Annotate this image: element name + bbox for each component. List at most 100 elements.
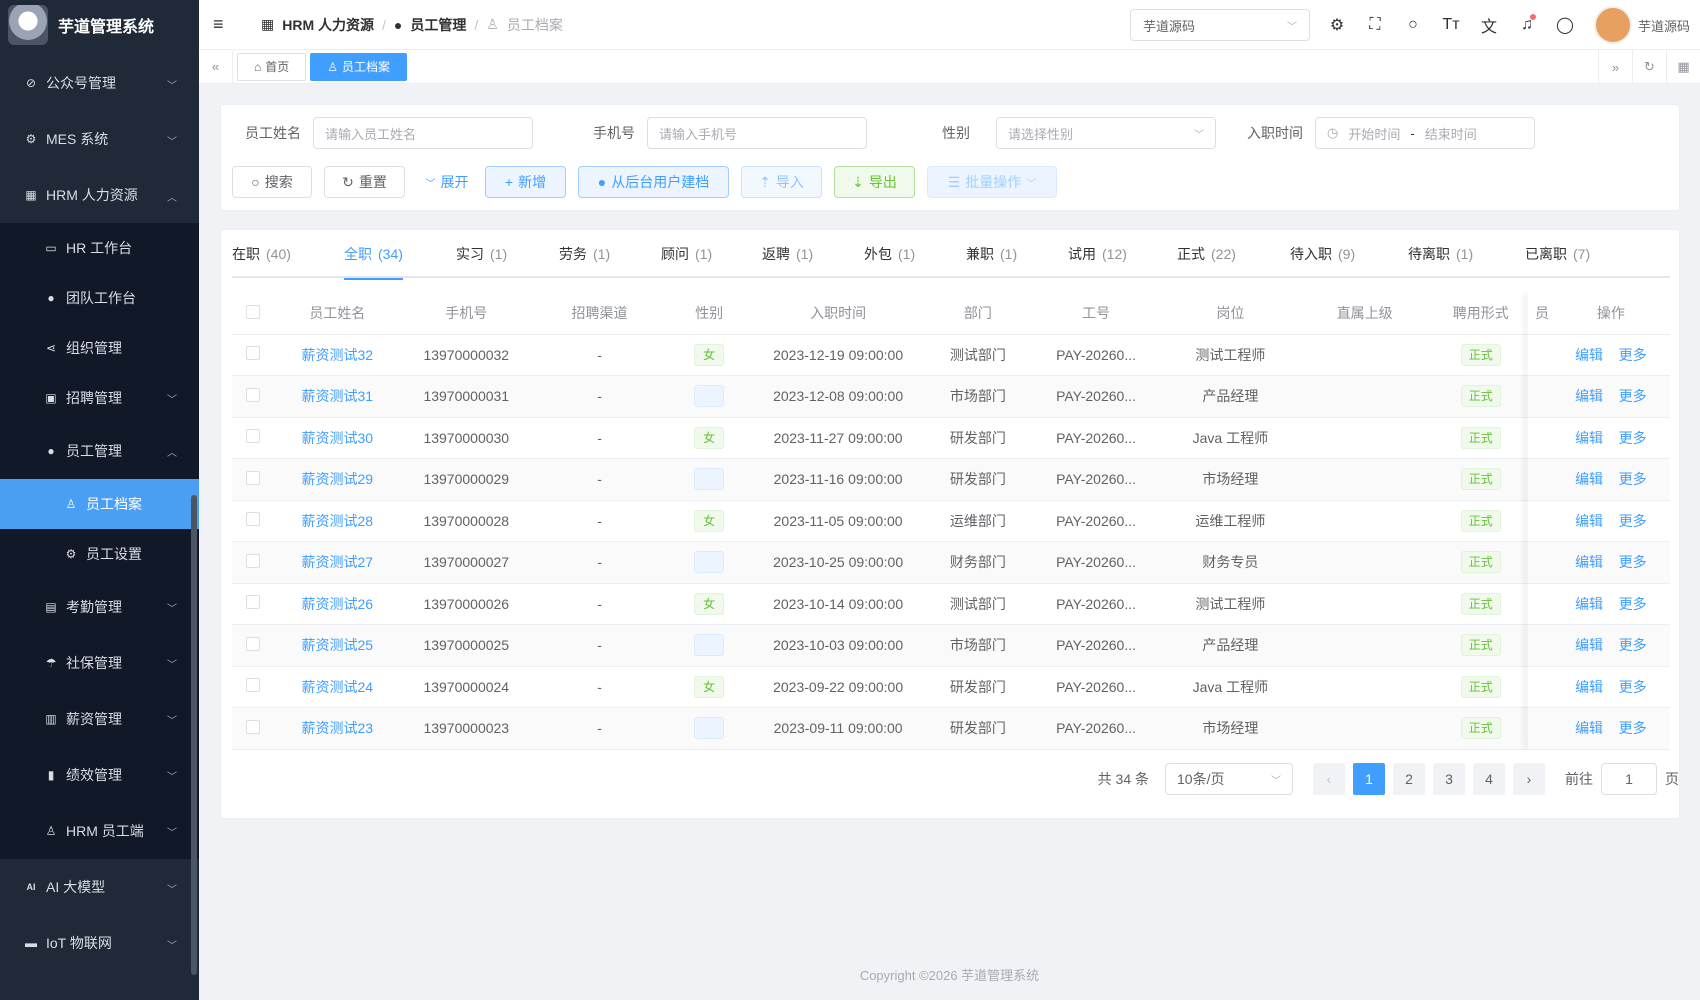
create-from-user-button[interactable]: ● 从后台用户建档 (578, 166, 729, 198)
tab-pending-onboard[interactable]: 待入职 (9) (1290, 230, 1355, 278)
tab-labor[interactable]: 劳务 (1) (559, 230, 610, 278)
sidebar-item-mp[interactable]: ⊘ 公众号管理 ﹀ (0, 55, 199, 111)
goto-page-input[interactable]: 1 (1601, 763, 1657, 795)
tab-intern[interactable]: 实习 (1) (456, 230, 507, 278)
double-right-icon[interactable]: » (1598, 50, 1632, 84)
edit-button[interactable]: 编辑 (1575, 430, 1603, 446)
sidebar-item-hrm[interactable]: ▦ HRM 人力资源 ︿ (0, 167, 199, 223)
breadcrumb-item[interactable]: HRM 人力资源 (282, 15, 374, 35)
prev-page-button[interactable]: ‹ (1313, 763, 1345, 795)
sidebar-item-org[interactable]: ⋖ 组织管理 (0, 323, 199, 373)
tag-employee-archive[interactable]: ♙ 员工档案 (310, 52, 408, 81)
edit-button[interactable]: 编辑 (1575, 471, 1603, 487)
more-button[interactable]: 更多 (1619, 679, 1647, 695)
grid-icon[interactable]: ▦ (1666, 50, 1700, 84)
sidebar-item-employee-settings[interactable]: ⚙ 员工设置 (0, 529, 199, 579)
expand-button[interactable]: ﹀ 展开 (417, 166, 477, 198)
sidebar-item-attendance[interactable]: ▤ 考勤管理 ﹀ (0, 579, 199, 635)
date-range-picker[interactable]: ◷ 开始时间 - 结束时间 (1315, 117, 1535, 149)
employee-name-link[interactable]: 薪资测试30 (274, 417, 400, 459)
employee-name-link[interactable]: 薪资测试31 (274, 375, 400, 418)
page-button[interactable]: 2 (1393, 763, 1425, 795)
page-button[interactable]: 1 (1353, 763, 1385, 795)
tab-consultant[interactable]: 顾问 (1) (661, 230, 712, 278)
next-page-button[interactable]: › (1513, 763, 1545, 795)
tab-rehire[interactable]: 返聘 (1) (762, 230, 813, 278)
logo[interactable]: 芋道管理系统 (0, 0, 199, 50)
breadcrumb-item[interactable]: 员工管理 (410, 15, 466, 35)
edit-button[interactable]: 编辑 (1575, 347, 1603, 363)
sidebar-item-ai[interactable]: AI AI 大模型 ﹀ (0, 859, 199, 915)
tab-regular[interactable]: 正式 (22) (1177, 230, 1236, 278)
tenant-select[interactable]: 芋道源码 ﹀ (1129, 9, 1310, 41)
tab-on-job[interactable]: 在职 (40) (232, 230, 291, 278)
employee-name-input[interactable]: 请输入员工姓名 (313, 117, 533, 149)
more-button[interactable]: 更多 (1619, 347, 1647, 363)
sidebar-item-social[interactable]: ☂ 社保管理 ﹀ (0, 635, 199, 691)
sidebar-item-mes[interactable]: ⚙ MES 系统 ﹀ (0, 111, 199, 167)
row-checkbox[interactable] (232, 417, 275, 459)
refresh-icon[interactable]: ↻ (1632, 50, 1666, 84)
translate-icon[interactable]: 文 (1470, 13, 1508, 37)
row-checkbox[interactable] (232, 334, 275, 376)
sidebar-item-employee[interactable]: ● 员工管理 ︿ (0, 423, 199, 479)
employee-name-link[interactable]: 薪资测试29 (274, 458, 400, 501)
username[interactable]: 芋道源码 (1638, 16, 1690, 35)
employee-name-link[interactable]: 薪资测试28 (274, 500, 400, 542)
tag-home[interactable]: ⌂ 首页 (237, 52, 307, 81)
sidebar-scrollbar[interactable] (191, 495, 197, 975)
page-button[interactable]: 4 (1473, 763, 1505, 795)
employee-name-link[interactable]: 薪资测试25 (274, 624, 400, 667)
row-checkbox[interactable] (232, 666, 275, 708)
sidebar-item-salary[interactable]: ▥ 薪资管理 ﹀ (0, 691, 199, 747)
bell-icon[interactable]: ♫ (1508, 14, 1546, 34)
edit-button[interactable]: 编辑 (1575, 637, 1603, 653)
tab-full-time[interactable]: 全职 (34) (344, 230, 403, 280)
tab-resigned[interactable]: 已离职 (7) (1525, 230, 1590, 278)
gender-select[interactable]: 请选择性别 ﹀ (996, 117, 1216, 149)
page-button[interactable]: 3 (1433, 763, 1465, 795)
batch-operation-button[interactable]: ☰ 批量操作 ﹀ (927, 166, 1057, 198)
search-button[interactable]: ○ 搜索 (232, 166, 312, 198)
edit-button[interactable]: 编辑 (1575, 388, 1603, 404)
sidebar-item-team-workbench[interactable]: ● 团队工作台 (0, 273, 199, 323)
more-button[interactable]: 更多 (1619, 720, 1647, 736)
tab-probation[interactable]: 试用 (12) (1068, 230, 1127, 278)
sidebar-item-performance[interactable]: ▮ 绩效管理 ﹀ (0, 747, 199, 803)
sidebar-item-employee-archive[interactable]: ♙ 员工档案 (0, 479, 199, 529)
avatar[interactable] (1593, 6, 1632, 44)
row-checkbox[interactable] (232, 458, 275, 501)
more-button[interactable]: 更多 (1619, 596, 1647, 612)
more-button[interactable]: 更多 (1619, 388, 1647, 404)
edit-button[interactable]: 编辑 (1575, 554, 1603, 570)
more-button[interactable]: 更多 (1619, 637, 1647, 653)
employee-name-link[interactable]: 薪资测试26 (274, 583, 400, 625)
employee-name-link[interactable]: 薪资测试23 (274, 707, 400, 750)
tab-part-time[interactable]: 兼职 (1) (966, 230, 1017, 278)
employee-name-link[interactable]: 薪资测试27 (274, 541, 400, 584)
edit-button[interactable]: 编辑 (1575, 596, 1603, 612)
row-checkbox[interactable] (232, 624, 275, 667)
select-all-checkbox[interactable] (232, 293, 275, 335)
sidebar-item-iot[interactable]: ▬ IoT 物联网 ﹀ (0, 915, 199, 971)
edit-button[interactable]: 编辑 (1575, 513, 1603, 529)
double-left-icon[interactable]: « (199, 49, 233, 84)
sidebar-item-hrm-employee-portal[interactable]: ♙ HRM 员工端 ﹀ (0, 803, 199, 859)
row-checkbox[interactable] (232, 707, 275, 750)
menu-toggle-icon[interactable]: ≡ (213, 14, 233, 35)
sidebar-item-hr-workbench[interactable]: ▭ HR 工作台 (0, 223, 199, 273)
row-checkbox[interactable] (232, 500, 275, 542)
row-checkbox[interactable] (232, 583, 275, 625)
row-checkbox[interactable] (232, 375, 275, 418)
import-button[interactable]: ⇡ 导入 (741, 166, 822, 198)
font-size-icon[interactable]: Tт (1432, 16, 1470, 34)
phone-input[interactable]: 请输入手机号 (647, 117, 867, 149)
edit-button[interactable]: 编辑 (1575, 720, 1603, 736)
tab-outsource[interactable]: 外包 (1) (864, 230, 915, 278)
more-button[interactable]: 更多 (1619, 430, 1647, 446)
export-button[interactable]: ⇣ 导出 (834, 166, 915, 198)
add-button[interactable]: + 新增 (485, 166, 566, 198)
gear-icon[interactable]: ⚙ (1318, 15, 1356, 35)
more-button[interactable]: 更多 (1619, 471, 1647, 487)
search-icon[interactable]: ○ (1394, 16, 1432, 34)
